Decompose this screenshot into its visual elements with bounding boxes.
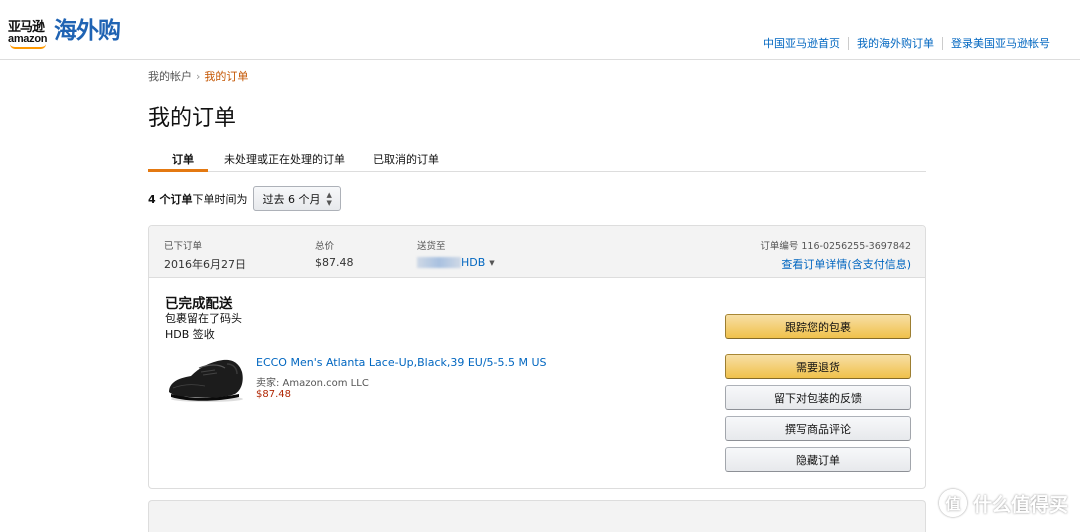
amazon-smile-icon <box>10 44 46 49</box>
amazon-global-logo[interactable]: 亚马逊 amazon 海外购 <box>8 14 121 49</box>
signed-by: HDB 签收 <box>165 328 215 341</box>
packaging-feedback-button[interactable]: 留下对包装的反馈 <box>725 385 911 410</box>
product-image[interactable] <box>165 352 247 404</box>
order-count: 4 个订单 <box>148 192 193 206</box>
product-price: $87.48 <box>256 389 291 400</box>
updown-arrow-icon: ▲ ▼ <box>326 190 332 207</box>
order-filter: 4 个订单 下单时间为 过去 6 个月 ▲ ▼ <box>148 186 341 211</box>
write-review-button[interactable]: 撰写商品评论 <box>725 416 911 441</box>
filter-label: 下单时间为 <box>192 192 248 206</box>
order-placed-label: 已下订单 <box>164 241 203 252</box>
cn-home-link[interactable]: 中国亚马逊首页 <box>755 37 848 50</box>
order-ship-to: 送货至 HDB ▼ <box>417 238 495 269</box>
breadcrumb: 我的帐户 › 我的订单 <box>148 68 248 84</box>
order-total: 总价 $87.48 <box>315 238 354 269</box>
delivery-status: 已完成配送 <box>165 296 233 312</box>
time-range-value: 过去 6 个月 <box>262 192 321 206</box>
order-placed: 已下订单 2016年6月27日 <box>164 238 246 272</box>
ship-to-label: 送货至 <box>417 241 446 252</box>
site-header: 亚马逊 amazon 海外购 中国亚马逊首页 我的海外购订单 登录美国亚马逊帐号 <box>0 0 1080 60</box>
order-number-block: 订单编号 116-0256255-3697842 查看订单详情(含支付信息) <box>760 238 911 272</box>
ship-to-recipient[interactable]: HDB ▼ <box>417 256 495 269</box>
my-global-orders-link[interactable]: 我的海外购订单 <box>848 37 942 50</box>
track-package-button[interactable]: 跟踪您的包裹 <box>725 314 911 339</box>
next-order-card <box>148 500 926 532</box>
breadcrumb-separator: › <box>196 70 201 83</box>
tab-cancelled-orders[interactable]: 已取消的订单 <box>359 146 453 172</box>
chevron-down-icon: ▼ <box>489 258 495 267</box>
watermark: 值 什么值得买 <box>938 489 1068 517</box>
login-us-account-link[interactable]: 登录美国亚马逊帐号 <box>942 37 1058 50</box>
order-tabs: 订单 未处理或正在处理的订单 已取消的订单 <box>148 146 926 172</box>
logo-cn-big: 海外购 <box>54 18 121 44</box>
product-seller: 卖家: Amazon.com LLC <box>256 378 369 389</box>
watermark-text: 什么值得买 <box>972 493 1068 516</box>
redacted-name <box>417 257 461 268</box>
page-title: 我的订单 <box>148 106 237 131</box>
order-total-value: $87.48 <box>315 256 354 269</box>
delivery-detail: 包裹留在了码头 <box>165 312 242 325</box>
order-details-link[interactable]: 查看订单详情(含支付信息) <box>760 256 911 272</box>
breadcrumb-my-account[interactable]: 我的帐户 <box>148 70 192 83</box>
order-card: 已下订单 2016年6月27日 总价 $87.48 送货至 HDB ▼ 订单编号… <box>148 225 926 489</box>
breadcrumb-my-orders: 我的订单 <box>204 70 249 83</box>
smzdm-logo-icon: 值 <box>938 489 967 517</box>
archive-order-button[interactable]: 隐藏订单 <box>725 447 911 472</box>
amazon-logo-mark: 亚马逊 amazon <box>8 14 52 49</box>
time-range-select[interactable]: 过去 6 个月 ▲ ▼ <box>253 186 341 211</box>
order-total-label: 总价 <box>315 241 335 252</box>
order-number: 订单编号 116-0256255-3697842 <box>760 241 911 252</box>
return-items-button[interactable]: 需要退货 <box>725 354 911 379</box>
order-placed-date: 2016年6月27日 <box>164 258 246 271</box>
order-card-header: 已下订单 2016年6月27日 总价 $87.48 送货至 HDB ▼ 订单编号… <box>149 226 925 278</box>
ship-to-name: HDB <box>461 256 486 269</box>
tab-open-orders[interactable]: 未处理或正在处理的订单 <box>210 146 359 172</box>
tab-orders[interactable]: 订单 <box>148 146 208 172</box>
top-links: 中国亚马逊首页 我的海外购订单 登录美国亚马逊帐号 <box>755 37 1058 50</box>
product-title-link[interactable]: ECCO Men's Atlanta Lace-Up,Black,39 EU/5… <box>256 356 547 369</box>
